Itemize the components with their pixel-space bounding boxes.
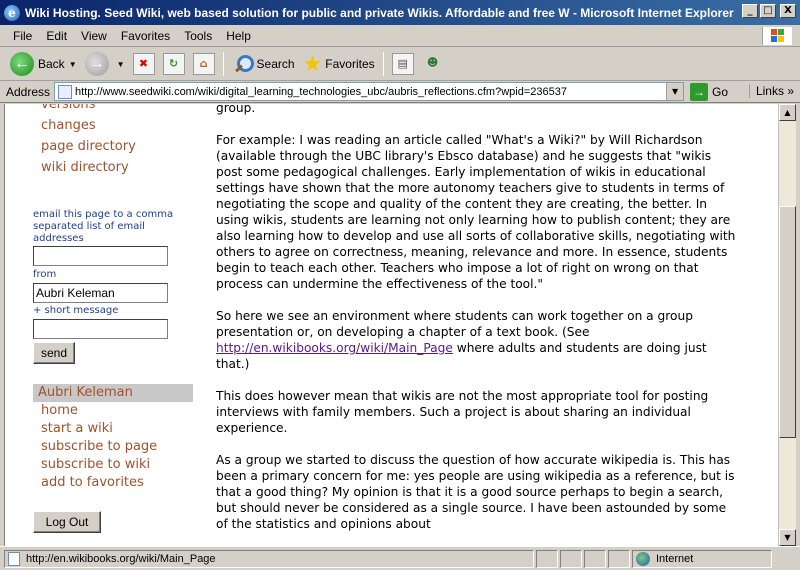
back-arrow-icon: ← (10, 52, 34, 76)
article-content: group. For example: I was reading an art… (216, 104, 736, 546)
minimize-button[interactable]: _ (742, 4, 758, 18)
message-input[interactable] (33, 319, 168, 339)
scroll-down-icon[interactable]: ▼ (779, 529, 796, 546)
address-label: Address (6, 84, 51, 99)
send-button[interactable]: send (33, 342, 75, 364)
paragraph: As a group we started to discuss the que… (216, 453, 735, 531)
from-input[interactable] (33, 283, 168, 303)
search-label: Search (256, 57, 295, 71)
internet-zone-icon (636, 551, 650, 566)
paragraph: So here we see an environment where stud… (216, 308, 736, 372)
status-cell (560, 549, 582, 568)
status-cell (608, 549, 630, 568)
scroll-thumb[interactable] (779, 206, 796, 438)
nav-changes[interactable]: changes (41, 118, 96, 133)
zone-cell: Internet (632, 549, 772, 568)
menu-bar: File Edit View Favorites Tools Help (0, 25, 800, 47)
close-button[interactable]: X (780, 4, 796, 18)
stop-icon[interactable]: ✖ (132, 53, 155, 75)
paragraph-text: So here we see an environment where stud… (216, 309, 693, 339)
email-input[interactable] (33, 246, 168, 266)
toolbar-separator (382, 52, 384, 76)
menu-help[interactable]: Help (219, 29, 258, 43)
user-link-add-favorites[interactable]: add to favorites (41, 475, 144, 490)
search-button[interactable]: Search (228, 50, 299, 78)
nav-versions[interactable]: versions (41, 104, 95, 112)
links-label: Links (755, 84, 784, 98)
title-bar: e Wiki Hosting. Seed Wiki, web based sol… (0, 0, 800, 25)
forward-button[interactable]: → ▼ (81, 50, 129, 78)
email-label: email this page to a comma separated lis… (33, 209, 174, 244)
menu-file[interactable]: File (6, 29, 39, 43)
user-link-home[interactable]: home (41, 403, 78, 418)
go-label: Go (712, 84, 729, 99)
page-viewport: versions changes page directory wiki dir… (4, 104, 778, 546)
paragraph: group. (216, 104, 256, 115)
page-icon (58, 84, 73, 99)
address-input[interactable] (75, 85, 666, 98)
back-label: Back (38, 57, 65, 71)
windows-logo-icon (762, 27, 792, 45)
user-link-start-wiki[interactable]: start a wiki (41, 421, 113, 436)
menu-view[interactable]: View (74, 29, 114, 43)
status-text: http://en.wikibooks.org/wiki/Main_Page (26, 552, 216, 565)
logout-button[interactable]: Log Out (33, 511, 101, 533)
status-bar: http://en.wikibooks.org/wiki/Main_Page I… (0, 546, 800, 570)
sidebar: versions changes page directory wiki dir… (5, 104, 200, 546)
ie-logo-icon: e (4, 4, 20, 21)
paragraph: This does however mean that wikis are no… (216, 389, 709, 435)
paragraph: For example: I was reading an article ca… (216, 133, 736, 291)
nav-wiki-directory[interactable]: wiki directory (41, 160, 129, 175)
status-cell (584, 549, 606, 568)
user-link-subscribe-page[interactable]: subscribe to page (41, 439, 157, 454)
back-button[interactable]: ← Back ▼ (6, 50, 81, 78)
page-status-icon (8, 551, 20, 566)
nav-page-directory[interactable]: page directory (41, 139, 136, 154)
menu-tools[interactable]: Tools (177, 29, 219, 43)
favorites-button[interactable]: ★ Favorites (299, 50, 379, 78)
forward-arrow-icon: → (84, 52, 109, 76)
links-button[interactable]: Links » (748, 84, 794, 98)
address-box: ▼ (54, 82, 685, 101)
toolbar: ← Back ▼ → ▼ ✖ ↻ ⌂ Search ★ Favorites ▤ … (0, 48, 800, 81)
window-controls: _ □ X (742, 4, 796, 18)
refresh-icon[interactable]: ↻ (162, 53, 185, 75)
toolbar-separator (222, 52, 224, 76)
go-arrow-icon: → (690, 82, 709, 101)
address-bar: Address ▼ → Go Links » (0, 81, 800, 103)
favorites-label: Favorites (325, 57, 375, 71)
maximize-button[interactable]: □ (760, 4, 776, 18)
media-icon[interactable]: ▤ (391, 53, 414, 75)
zone-label: Internet (656, 552, 694, 565)
star-icon: ★ (302, 51, 323, 76)
scroll-up-icon[interactable]: ▲ (779, 104, 796, 121)
menu-favorites[interactable]: Favorites (114, 29, 177, 43)
short-message-link[interactable]: + short message (33, 305, 198, 317)
status-cell (536, 549, 558, 568)
menu-edit[interactable]: Edit (39, 29, 74, 43)
go-button[interactable]: → Go (690, 82, 729, 101)
home-icon[interactable]: ⌂ (192, 53, 215, 75)
from-label: from (33, 269, 57, 280)
vertical-scrollbar[interactable]: ▲ ▼ (778, 104, 796, 546)
forward-dropdown-icon[interactable]: ▼ (117, 60, 125, 69)
messenger-icon[interactable]: ☻ (422, 53, 444, 75)
window-title: Wiki Hosting. Seed Wiki, web based solut… (25, 5, 734, 20)
status-text-cell: http://en.wikibooks.org/wiki/Main_Page (4, 549, 534, 568)
user-link-subscribe-wiki[interactable]: subscribe to wiki (41, 457, 150, 472)
address-dropdown-icon[interactable]: ▼ (666, 83, 684, 100)
search-icon (232, 53, 254, 75)
back-dropdown-icon[interactable]: ▼ (69, 60, 77, 69)
user-name-bar: Aubri Keleman (33, 384, 193, 402)
wikibooks-link[interactable]: http://en.wikibooks.org/wiki/Main_Page (216, 341, 453, 355)
